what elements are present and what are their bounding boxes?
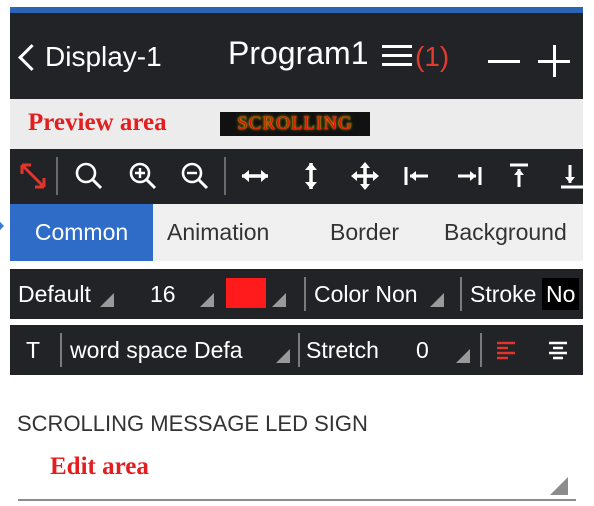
preview-annotation: Preview area (28, 109, 167, 136)
font-settings-row: Default 16 Color Non Stroke No (10, 269, 583, 319)
word-space-dropdown[interactable]: word space Defa (70, 325, 243, 375)
message-text[interactable]: SCROLLING MESSAGE LED SIGN (17, 411, 368, 437)
resize-arrows-icon[interactable] (16, 159, 50, 193)
led-preview-text: SCROLLING (237, 113, 353, 134)
zoom-icon[interactable] (72, 159, 106, 193)
program-count-badge: (1) (415, 41, 450, 72)
font-color-arrow-icon (272, 293, 286, 307)
font-dropdown[interactable]: Default (18, 269, 91, 319)
font-dropdown-arrow-icon (100, 293, 114, 307)
app-header: Display-1 Program1 (1) (10, 13, 583, 99)
align-bottom-icon[interactable] (553, 159, 583, 193)
tab-animation[interactable]: Animation (167, 204, 269, 261)
tab-common[interactable]: Common (10, 204, 153, 261)
back-label: Display-1 (45, 41, 162, 72)
zoom-in-icon[interactable] (126, 159, 160, 193)
font-size-dropdown[interactable]: 16 (150, 269, 176, 319)
stretch-arrow-icon (456, 349, 470, 363)
font-size-arrow-icon (200, 293, 214, 307)
edit-underline (18, 499, 576, 501)
stroke-value[interactable]: No (542, 278, 580, 310)
stretch-label: Stretch (306, 337, 379, 363)
preview-area: Preview area SCROLLING (10, 99, 583, 149)
app-screen: Display-1 Program1 (1) Preview area SCRO… (10, 7, 583, 506)
back-chevron-icon (18, 43, 45, 71)
edit-area[interactable]: SCROLLING MESSAGE LED SIGN Edit area (10, 381, 583, 506)
bg-color-dropdown[interactable]: Color Non (314, 269, 418, 319)
stroke-label: Stroke (470, 281, 537, 307)
vertical-resize-icon[interactable] (294, 159, 328, 193)
led-preview: SCROLLING (220, 112, 370, 136)
align-right-icon[interactable] (452, 159, 486, 193)
horizontal-resize-icon[interactable] (238, 159, 272, 193)
text-type-button[interactable]: T (26, 325, 40, 375)
menu-icon[interactable] (382, 45, 412, 67)
bg-color-arrow-icon (430, 293, 444, 307)
program-title[interactable]: Program1 (228, 35, 369, 72)
edit-toolbar (10, 149, 583, 204)
align-text-left-icon[interactable] (494, 338, 518, 362)
property-tabs: Common Animation Border Background (10, 204, 583, 261)
align-top-icon[interactable] (502, 159, 536, 193)
zoom-out-icon[interactable] (178, 159, 212, 193)
callout-arrow-icon (0, 211, 4, 241)
align-text-center-icon[interactable] (546, 338, 570, 362)
stretch-value[interactable]: 0 (416, 325, 429, 375)
minus-icon[interactable] (488, 60, 520, 63)
back-button[interactable]: Display-1 (18, 37, 162, 77)
word-space-arrow-icon (276, 349, 290, 363)
tab-background[interactable]: Background (444, 204, 567, 261)
align-left-icon[interactable] (400, 159, 434, 193)
move-icon[interactable] (348, 159, 382, 193)
edit-annotation: Edit area (50, 453, 149, 480)
tab-border[interactable]: Border (330, 204, 399, 261)
text-settings-row: T word space Defa Stretch 0 (10, 325, 583, 375)
resize-corner-icon (550, 477, 568, 495)
font-color-swatch[interactable] (226, 278, 266, 308)
